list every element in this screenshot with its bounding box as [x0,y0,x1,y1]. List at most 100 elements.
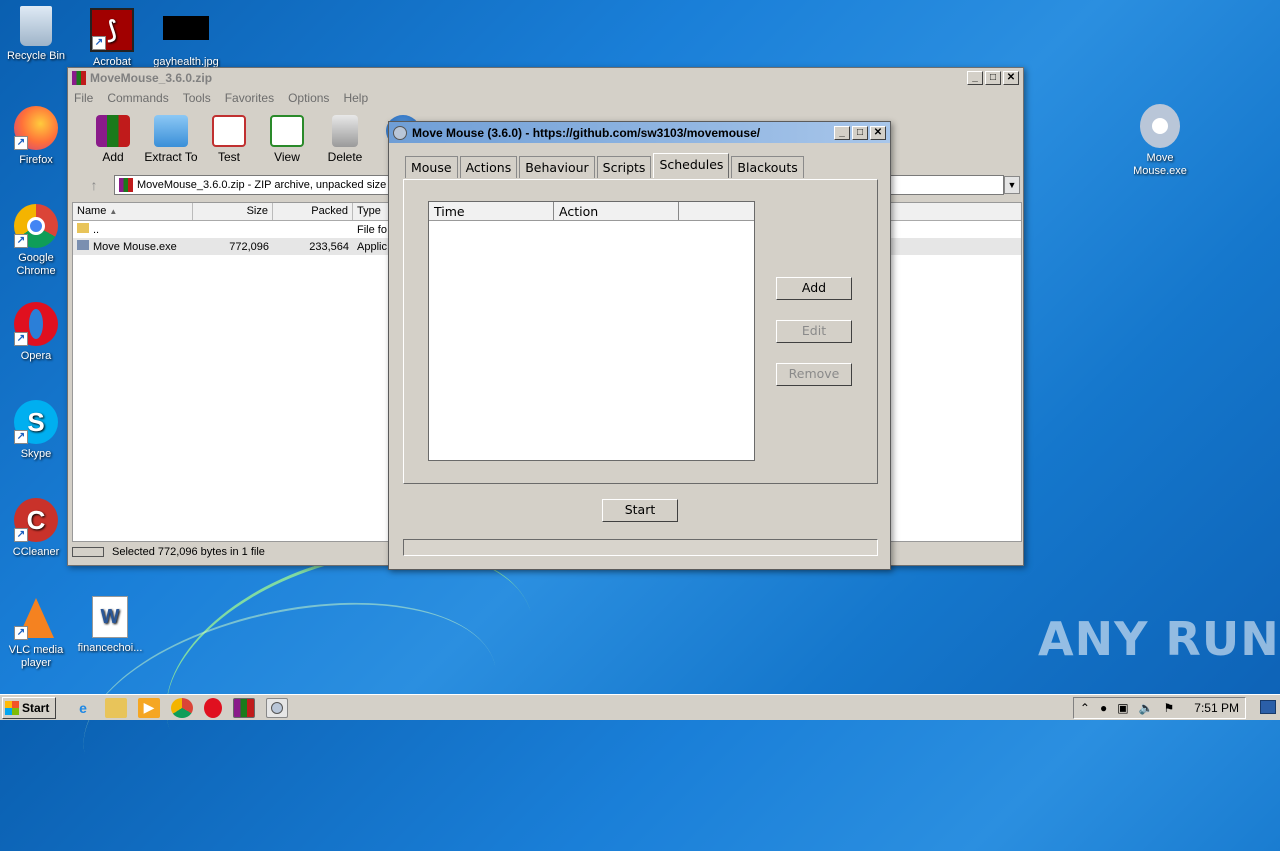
desktop-icon-gayhealth[interactable]: gayhealth.jpg [150,16,222,69]
test-button[interactable]: Test [200,115,258,164]
tab-strip: Mouse Actions Behaviour Scripts Schedule… [405,153,806,178]
desktop-icon-skype[interactable]: S ↗ Skype [0,400,72,461]
show-desktop-button[interactable] [1260,700,1276,714]
schedules-panel: Time Action Add Edit Remove [403,179,878,484]
winrar-title: MoveMouse_3.6.0.zip [90,71,213,85]
menu-options[interactable]: Options [288,91,329,105]
tab-mouse[interactable]: Mouse [405,156,458,178]
drive-icon [72,547,104,557]
desktop-icon-ccleaner[interactable]: C ↗ CCleaner [0,498,72,559]
desktop-icon-label: Move Mouse.exe [1133,152,1187,177]
desktop-icon-opera[interactable]: ↗ Opera [0,302,72,363]
clock[interactable]: 7:51 PM [1194,701,1239,715]
word-document-icon: W [92,596,128,638]
close-button[interactable]: ✕ [1003,71,1019,85]
explorer-folder-icon[interactable] [105,697,127,718]
firefox-icon: ↗ [14,106,58,150]
menu-file[interactable]: File [74,91,93,105]
shortcut-arrow-icon: ↗ [92,36,106,50]
desktop-icon-recycle-bin[interactable]: Recycle Bin [0,6,72,63]
grid-header: Time Action [429,202,754,221]
column-action[interactable]: Action [554,202,679,220]
tab-actions[interactable]: Actions [459,156,518,178]
windows-logo-icon [5,700,19,715]
minimize-button[interactable]: _ [834,125,850,140]
tab-behaviour[interactable]: Behaviour [519,156,595,178]
exe-file-icon [77,240,89,250]
desktop-icon-move-mouse[interactable]: Move Mouse.exe [1124,104,1196,178]
winrar-menubar: File Commands Tools Favorites Options He… [68,88,1023,108]
add-button[interactable]: Add [776,277,852,300]
skype-icon: S ↗ [14,400,58,444]
start-button[interactable]: Start [2,696,56,719]
move-mouse-titlebar[interactable]: Move Mouse (3.6.0) - https://github.com/… [389,122,890,143]
edit-button[interactable]: Edit [776,320,852,343]
delete-button[interactable]: Delete [316,115,374,164]
schedules-grid[interactable]: Time Action [428,201,755,461]
row-packed: 233,564 [309,240,349,253]
media-player-icon[interactable]: ▶ [138,697,160,718]
up-arrow-icon[interactable]: ↑ [74,177,114,193]
column-time[interactable]: Time [429,202,554,220]
tab-schedules[interactable]: Schedules [653,153,730,178]
extract-to-button[interactable]: Extract To [142,115,200,164]
archive-add-icon [96,115,130,147]
volume-icon[interactable]: 🔈 [1139,701,1154,715]
opera-icon: ↗ [14,302,58,346]
column-packed[interactable]: Packed [273,203,353,220]
desktop-icon-label: financechoi... [77,642,143,654]
move-mouse-tray-icon[interactable]: ● [1100,701,1107,715]
minimize-button[interactable]: _ [967,71,983,85]
menu-help[interactable]: Help [343,91,368,105]
desktop-icon-firefox[interactable]: ↗ Firefox [0,106,72,167]
view-label: View [274,150,300,164]
desktop-icon-vlc[interactable]: ↗ VLC media player [0,596,72,670]
opera-icon[interactable] [204,697,222,718]
recycle-bin-icon [20,6,52,46]
network-icon[interactable]: ▣ [1117,701,1128,715]
column-type[interactable]: Type [353,203,389,220]
add-button[interactable]: Add [84,115,142,164]
chevron-down-icon[interactable]: ▼ [1004,176,1020,194]
desktop-icon-chrome[interactable]: ↗ Google Chrome [0,204,72,278]
row-name: .. [73,223,193,236]
flag-icon[interactable]: ⚑ [1164,701,1175,715]
winrar-app-icon [72,71,86,85]
winrar-titlebar[interactable]: MoveMouse_3.6.0.zip _ □ ✕ [68,68,1023,88]
menu-tools[interactable]: Tools [183,91,211,105]
desktop-icon-acrobat[interactable]: ⟆ ↗ Acrobat [76,8,148,69]
extract-to-label: Extract To [144,150,198,164]
shortcut-arrow-icon: ↗ [14,332,28,346]
chevron-up-icon[interactable]: ⌃ [1080,701,1090,715]
chrome-icon[interactable] [171,697,193,718]
tab-scripts[interactable]: Scripts [596,156,652,178]
archive-icon [119,178,133,192]
desktop-icon-label: Firefox [19,154,53,166]
shortcut-arrow-icon: ↗ [14,626,28,640]
move-mouse-taskbar-icon[interactable] [266,697,288,718]
desktop-icon-label: Google Chrome [16,252,56,277]
view-button[interactable]: View [258,115,316,164]
menu-commands[interactable]: Commands [107,91,168,105]
folder-extract-icon [154,115,188,147]
desktop-icon-financechoi[interactable]: W financechoi... [74,596,146,655]
desktop-icon-label: VLC media player [8,644,64,669]
desktop-icon-label: Recycle Bin [6,50,66,62]
move-mouse-window[interactable]: Move Mouse (3.6.0) - https://github.com/… [388,121,891,570]
maximize-button[interactable]: □ [852,125,868,140]
ie-icon[interactable]: e [72,698,94,718]
tab-blackouts[interactable]: Blackouts [731,156,804,178]
row-type: File fo [357,223,387,236]
column-size[interactable]: Size [193,203,273,220]
close-button[interactable]: ✕ [870,125,886,140]
remove-button[interactable]: Remove [776,363,852,386]
menu-favorites[interactable]: Favorites [225,91,274,105]
maximize-button[interactable]: □ [985,71,1001,85]
folder-icon [77,223,89,233]
shortcut-arrow-icon: ↗ [14,234,28,248]
desktop-icon-label: CCleaner [12,546,60,558]
column-name[interactable]: Name ▲ [73,203,193,220]
winrar-icon[interactable] [233,697,255,718]
taskbar: Start e ▶ ⌃ ● ▣ 🔈 ⚑ 7:51 PM [0,694,1280,720]
start-button[interactable]: Start [602,499,678,522]
